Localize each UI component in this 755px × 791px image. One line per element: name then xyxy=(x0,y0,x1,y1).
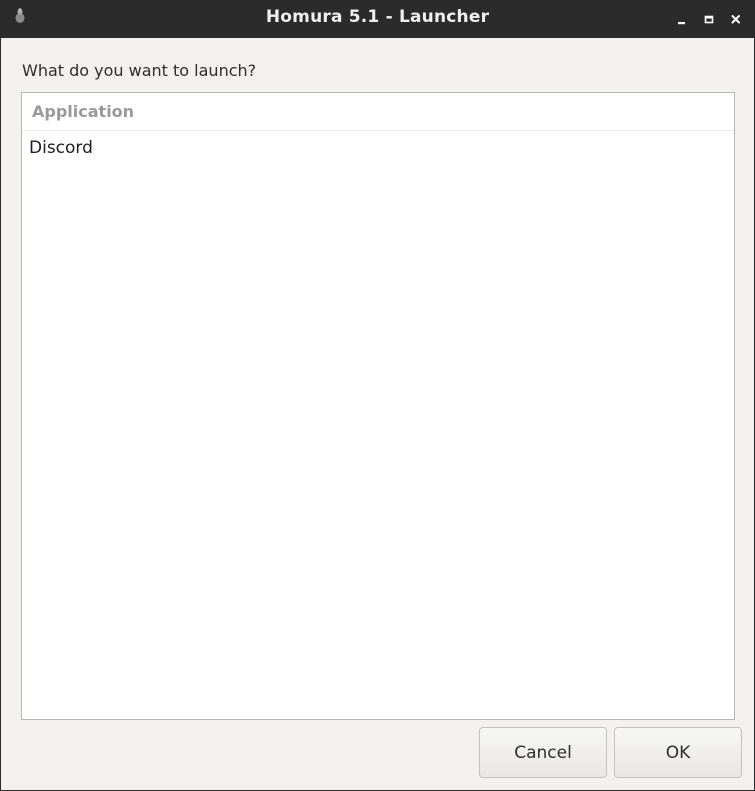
ok-button[interactable]: OK xyxy=(614,727,742,778)
minimize-icon[interactable] xyxy=(674,11,690,27)
column-header-application[interactable]: Application xyxy=(22,93,734,131)
application-list[interactable]: Application Discord xyxy=(21,92,735,720)
cancel-button[interactable]: Cancel xyxy=(479,727,607,778)
list-item[interactable]: Discord xyxy=(22,131,734,165)
launch-prompt: What do you want to launch? xyxy=(22,61,257,80)
window-title: Homura 5.1 - Launcher xyxy=(265,7,490,27)
launcher-window: Homura 5.1 - Launcher What do you want t… xyxy=(0,0,755,791)
title-bar[interactable]: Homura 5.1 - Launcher xyxy=(1,1,754,38)
close-icon[interactable] xyxy=(728,11,744,27)
maximize-icon[interactable] xyxy=(701,11,717,27)
